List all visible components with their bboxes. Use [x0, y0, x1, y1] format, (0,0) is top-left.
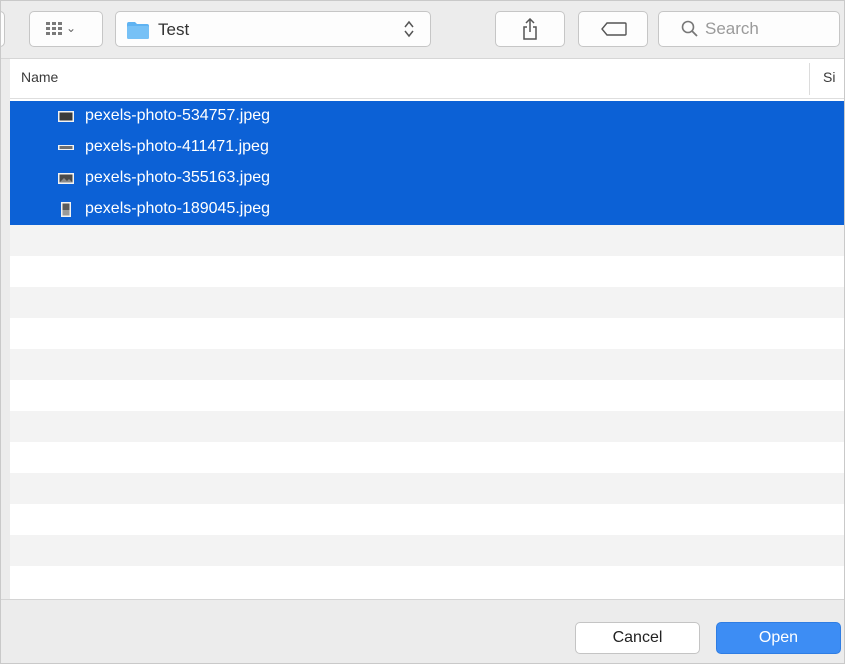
chevron-down-icon: ⌄ [66, 21, 77, 35]
file-list: Name Si pexels-photo-534757.jpeg pexels-… [10, 59, 844, 599]
folder-icon [127, 22, 149, 39]
wide-image-file-icon [58, 145, 74, 150]
empty-row [10, 225, 844, 256]
share-button[interactable] [495, 11, 565, 47]
size-column-header[interactable]: Si [823, 69, 835, 85]
grid-view-icon [46, 22, 62, 35]
file-rows: pexels-photo-534757.jpeg pexels-photo-41… [10, 101, 844, 599]
toolbar: ⌄ Test [1, 1, 844, 59]
file-open-dialog: ⌄ Test Search Name Si pexels-photo-53475… [0, 0, 845, 664]
empty-row [10, 504, 844, 535]
search-icon [681, 20, 698, 37]
landscape-image-file-icon [58, 173, 74, 184]
empty-row [10, 287, 844, 318]
file-name: pexels-photo-534757.jpeg [85, 107, 271, 124]
view-mode-button[interactable]: ⌄ [29, 11, 103, 47]
search-field[interactable] [658, 11, 840, 47]
file-row[interactable]: pexels-photo-189045.jpeg [10, 194, 844, 225]
empty-row [10, 442, 844, 473]
up-down-stepper-icon [404, 20, 414, 38]
file-row[interactable]: pexels-photo-534757.jpeg [10, 101, 844, 132]
file-row[interactable]: pexels-photo-355163.jpeg [10, 163, 844, 194]
empty-row [10, 318, 844, 349]
empty-row [10, 535, 844, 566]
empty-row [10, 256, 844, 287]
empty-row [10, 411, 844, 442]
tag-button[interactable] [578, 11, 648, 47]
location-label: Test [158, 20, 190, 39]
share-icon [523, 18, 537, 40]
tag-icon [601, 22, 627, 36]
file-name: pexels-photo-355163.jpeg [85, 169, 271, 186]
back-button[interactable] [1, 11, 5, 47]
file-name: pexels-photo-411471.jpeg [85, 138, 269, 155]
column-header: Name Si [10, 59, 844, 99]
file-row[interactable]: pexels-photo-411471.jpeg [10, 132, 844, 163]
empty-row [10, 473, 844, 504]
location-popup[interactable]: Test [115, 11, 431, 47]
file-name: pexels-photo-189045.jpeg [85, 200, 271, 217]
dialog-button-bar: Cancel Open [1, 599, 844, 663]
cancel-button[interactable]: Cancel [575, 622, 700, 654]
empty-row [10, 349, 844, 380]
column-divider[interactable] [809, 63, 810, 95]
empty-row [10, 566, 844, 597]
landscape-image-file-icon [58, 111, 74, 122]
open-button[interactable]: Open [716, 622, 841, 654]
empty-row [10, 380, 844, 411]
name-column-header[interactable]: Name [21, 69, 58, 85]
search-input[interactable] [705, 16, 833, 42]
portrait-image-file-icon [61, 202, 71, 217]
